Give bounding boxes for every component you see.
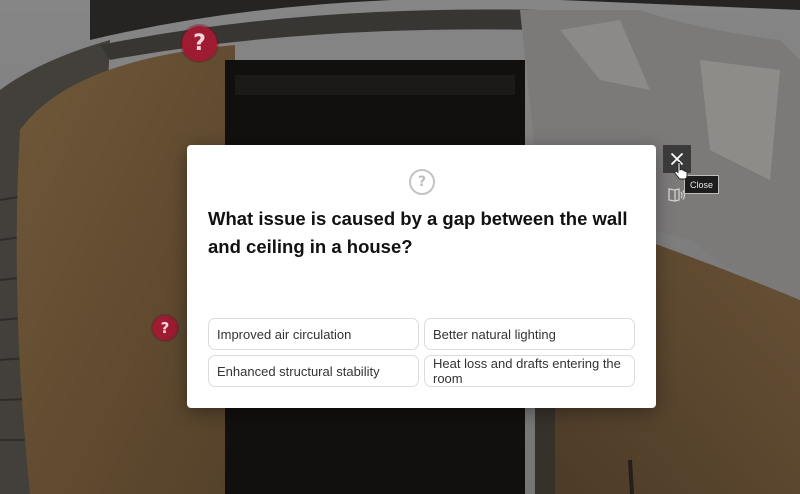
close-tooltip: Close: [684, 175, 720, 194]
quiz-dialog: ? What issue is caused by a gap between …: [187, 145, 656, 408]
answer-option-label: Better natural lighting: [433, 326, 556, 342]
question-circle-icon: ?: [409, 169, 435, 195]
hand-cursor-icon: [674, 162, 688, 180]
answer-option[interactable]: Better natural lighting: [424, 318, 635, 350]
hotspot-question-marker[interactable]: ?: [153, 316, 177, 340]
answer-option-label: Improved air circulation: [217, 326, 352, 342]
answer-option-label: Heat loss and drafts entering the room: [433, 356, 621, 386]
answer-option-label: Enhanced structural stability: [217, 363, 380, 379]
answer-option[interactable]: Improved air circulation: [208, 318, 419, 350]
answer-option[interactable]: Enhanced structural stability: [208, 355, 419, 387]
quiz-question: What issue is caused by a gap between th…: [208, 208, 628, 257]
answer-option[interactable]: Heat loss and drafts entering the room: [424, 355, 635, 387]
hotspot-question-marker[interactable]: ?: [182, 26, 217, 61]
